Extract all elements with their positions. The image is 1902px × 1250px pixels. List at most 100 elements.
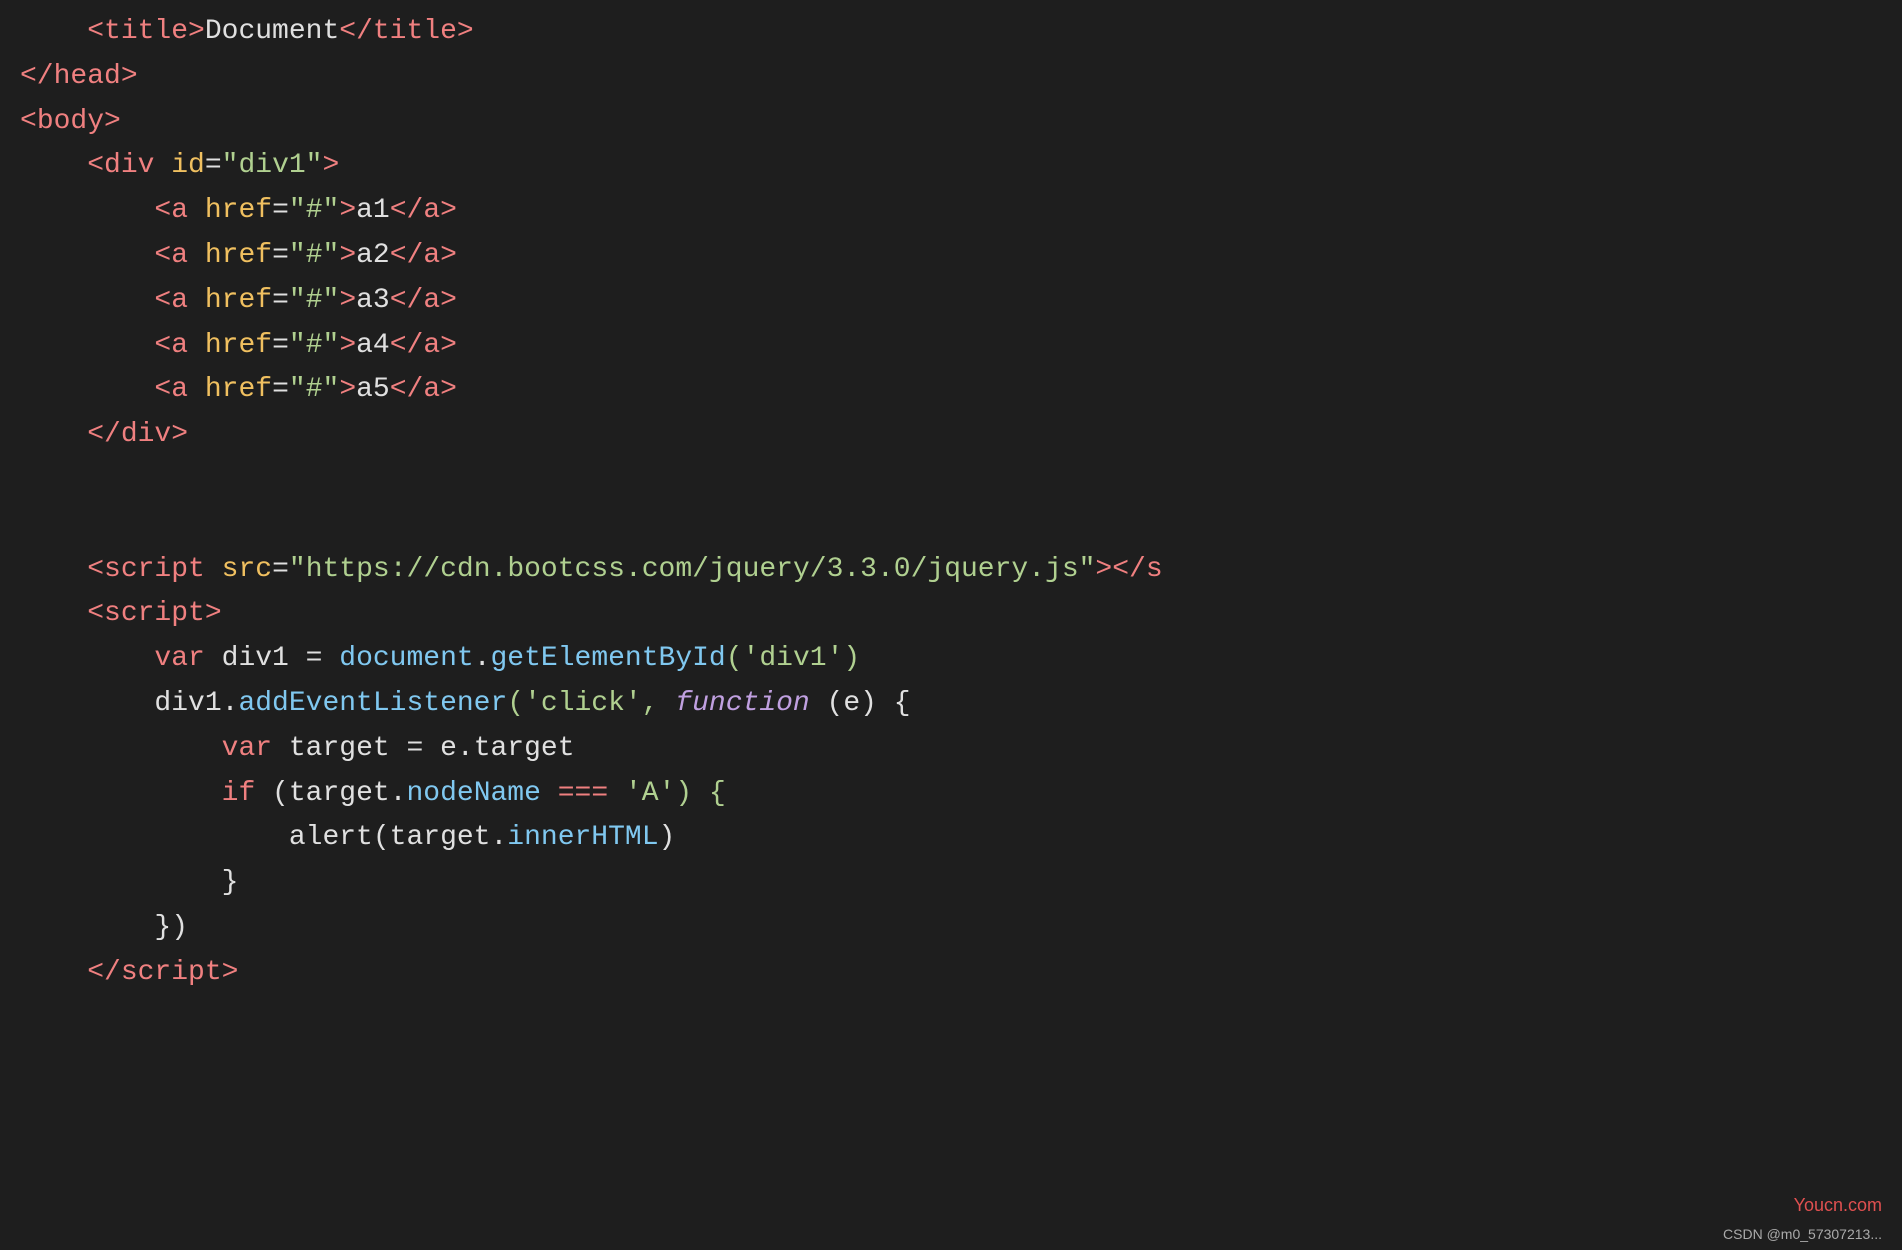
code-token: "div1" <box>222 150 323 181</box>
code-token: = <box>272 554 289 585</box>
code-line: if (target.nodeName === 'A') { <box>20 772 1882 817</box>
code-token: "#" <box>289 195 339 226</box>
code-token: (target. <box>255 778 406 809</box>
code-line: </script> <box>20 951 1882 996</box>
code-line: <a href="#">a2</a> <box>20 234 1882 279</box>
code-token: a <box>423 285 440 316</box>
code-token: ('click', <box>507 688 675 719</box>
watermark-1: Youcn.com <box>1794 1191 1882 1220</box>
code-line <box>20 503 1882 548</box>
code-block: <title>Document</title></head><body> <di… <box>0 0 1902 1006</box>
code-token: "#" <box>289 374 339 405</box>
code-token: src <box>222 554 272 585</box>
code-token: alert(target. <box>20 822 507 853</box>
code-token: getElementById <box>491 643 726 674</box>
code-token: href <box>205 195 272 226</box>
code-token: "https://cdn.bootcss.com/jquery/3.3.0/jq… <box>289 554 1096 585</box>
code-token: nodeName <box>406 778 540 809</box>
code-token: > <box>121 61 138 92</box>
code-token: var <box>154 643 204 674</box>
code-token: div <box>104 150 154 181</box>
code-token: a5 <box>356 374 390 405</box>
code-token: > <box>323 150 340 181</box>
code-token: target = e.target <box>272 733 574 764</box>
code-token: > <box>339 195 356 226</box>
code-line: alert(target.innerHTML) <box>20 816 1882 861</box>
code-token: > <box>339 330 356 361</box>
code-token: "#" <box>289 330 339 361</box>
code-token <box>20 643 154 674</box>
code-token: s <box>1146 554 1163 585</box>
code-token: function <box>675 688 809 719</box>
code-token: < <box>20 106 37 137</box>
code-token: === <box>558 778 608 809</box>
code-token: </ <box>20 957 121 988</box>
code-token: "#" <box>289 240 339 271</box>
code-line: }) <box>20 906 1882 951</box>
code-token: < <box>20 374 171 405</box>
code-token: < <box>20 16 104 47</box>
code-token: (e) { <box>810 688 911 719</box>
code-token <box>188 240 205 271</box>
code-token: . <box>474 643 491 674</box>
code-token: var <box>222 733 272 764</box>
code-token: > <box>440 330 457 361</box>
code-token: = <box>272 330 289 361</box>
code-token <box>188 195 205 226</box>
code-token: a1 <box>356 195 390 226</box>
code-token: title <box>104 16 188 47</box>
code-token: < <box>20 598 104 629</box>
code-token <box>188 330 205 361</box>
code-token: > <box>104 106 121 137</box>
code-token: a <box>171 374 188 405</box>
code-token: ('div1') <box>726 643 860 674</box>
code-line: <a href="#">a4</a> <box>20 324 1882 369</box>
watermark-2: CSDN @m0_57307213... <box>1723 1223 1882 1245</box>
code-token: href <box>205 374 272 405</box>
code-token: a <box>423 330 440 361</box>
code-token: > <box>440 195 457 226</box>
code-token: } <box>20 867 238 898</box>
code-token: > <box>339 285 356 316</box>
code-token: > <box>339 374 356 405</box>
code-token <box>188 374 205 405</box>
code-token: href <box>205 240 272 271</box>
code-token: id <box>171 150 205 181</box>
code-line <box>20 458 1882 503</box>
code-token: </ <box>390 374 424 405</box>
code-token: </ <box>20 419 121 450</box>
code-token: a <box>171 285 188 316</box>
code-token: </ <box>339 16 373 47</box>
code-token: 'A') { <box>608 778 726 809</box>
code-token: div1 = <box>205 643 339 674</box>
code-token <box>188 285 205 316</box>
code-line: </div> <box>20 413 1882 458</box>
code-line: <a href="#">a1</a> <box>20 189 1882 234</box>
code-token: > <box>171 419 188 450</box>
code-token: a <box>423 374 440 405</box>
code-token <box>20 733 222 764</box>
code-line: <a href="#">a5</a> <box>20 368 1882 413</box>
code-token <box>205 554 222 585</box>
code-line: <div id="div1"> <box>20 144 1882 189</box>
code-token: href <box>205 330 272 361</box>
code-token: head <box>54 61 121 92</box>
code-token: > <box>188 16 205 47</box>
code-token: = <box>272 195 289 226</box>
code-token: > <box>440 285 457 316</box>
code-token <box>154 150 171 181</box>
code-line: <script src="https://cdn.bootcss.com/jqu… <box>20 548 1882 593</box>
code-token: Document <box>205 16 339 47</box>
code-token: if <box>222 778 256 809</box>
code-token <box>20 778 222 809</box>
code-token: script <box>104 598 205 629</box>
code-token: "#" <box>289 285 339 316</box>
code-token: document <box>339 643 473 674</box>
code-token: < <box>20 330 171 361</box>
code-token: = <box>272 285 289 316</box>
code-token: > <box>440 374 457 405</box>
code-token: script <box>104 554 205 585</box>
code-line: div1.addEventListener('click', function … <box>20 682 1882 727</box>
code-token: </ <box>390 240 424 271</box>
code-token: < <box>20 150 104 181</box>
